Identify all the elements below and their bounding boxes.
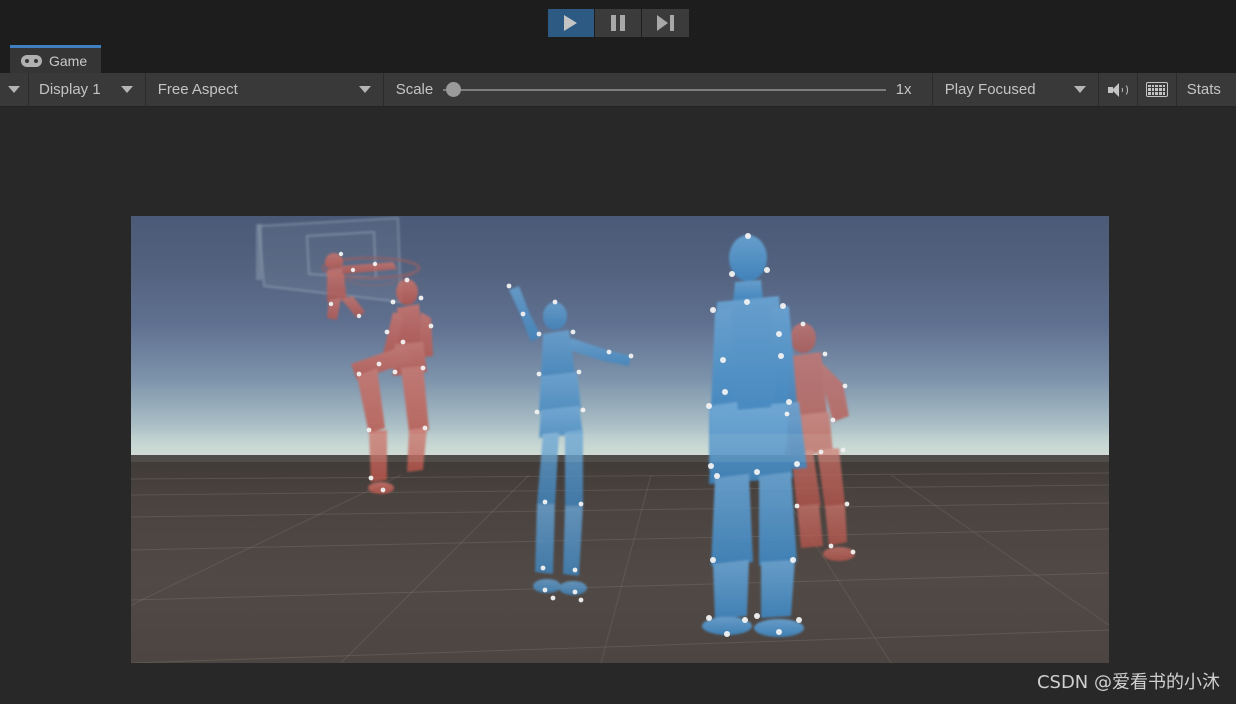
gamepad-icon [21, 54, 42, 67]
pause-button[interactable] [594, 8, 642, 37]
chevron-down-icon [358, 86, 371, 93]
play-icon [564, 14, 577, 31]
toolbar-overflow-menu-button[interactable] [0, 73, 28, 106]
play-button[interactable] [547, 8, 595, 37]
aspect-ratio-dropdown[interactable]: Free Aspect [146, 73, 383, 106]
chevron-down-icon [8, 86, 20, 93]
scale-control: Scale 1x [384, 73, 932, 106]
keyboard-icon [1145, 82, 1168, 97]
play-focus-label: Play Focused [944, 81, 1036, 98]
watermark-text: CSDN @爱看书的小沐 [1036, 672, 1220, 693]
step-icon [656, 14, 674, 31]
game-view-toolbar: Display 1 Free Aspect Scale 1x Play Focu… [0, 73, 1236, 107]
play-control-bar [0, 0, 1236, 45]
scene-objects [131, 216, 1109, 637]
play-controls-group [547, 8, 689, 37]
step-button[interactable] [641, 8, 689, 37]
game-view-area[interactable]: CSDN @爱看书的小沐 [0, 107, 1236, 704]
scale-slider-handle[interactable] [446, 82, 462, 97]
tab-game[interactable]: Game [10, 45, 102, 73]
tab-strip: Game [0, 45, 1236, 73]
chevron-down-icon [1073, 86, 1086, 93]
speaker-icon [1107, 82, 1128, 97]
tab-game-label: Game [49, 52, 88, 69]
scale-slider[interactable] [443, 82, 886, 97]
stats-label: Stats [1186, 81, 1221, 98]
scale-label: Scale [395, 81, 434, 98]
pause-icon [610, 14, 625, 31]
chevron-down-icon [120, 86, 133, 93]
aspect-ratio-label: Free Aspect [157, 81, 238, 98]
mute-audio-button[interactable] [1099, 73, 1137, 106]
scale-slider-track [443, 88, 886, 91]
display-dropdown-label: Display 1 [39, 81, 101, 98]
stats-button[interactable]: Stats [1177, 73, 1231, 106]
play-focus-dropdown[interactable]: Play Focused [933, 73, 1098, 106]
display-dropdown[interactable]: Display 1 [29, 73, 145, 106]
game-render-canvas[interactable] [131, 216, 1109, 663]
gizmos-button[interactable] [1138, 73, 1176, 106]
scale-value: 1x [895, 81, 912, 98]
